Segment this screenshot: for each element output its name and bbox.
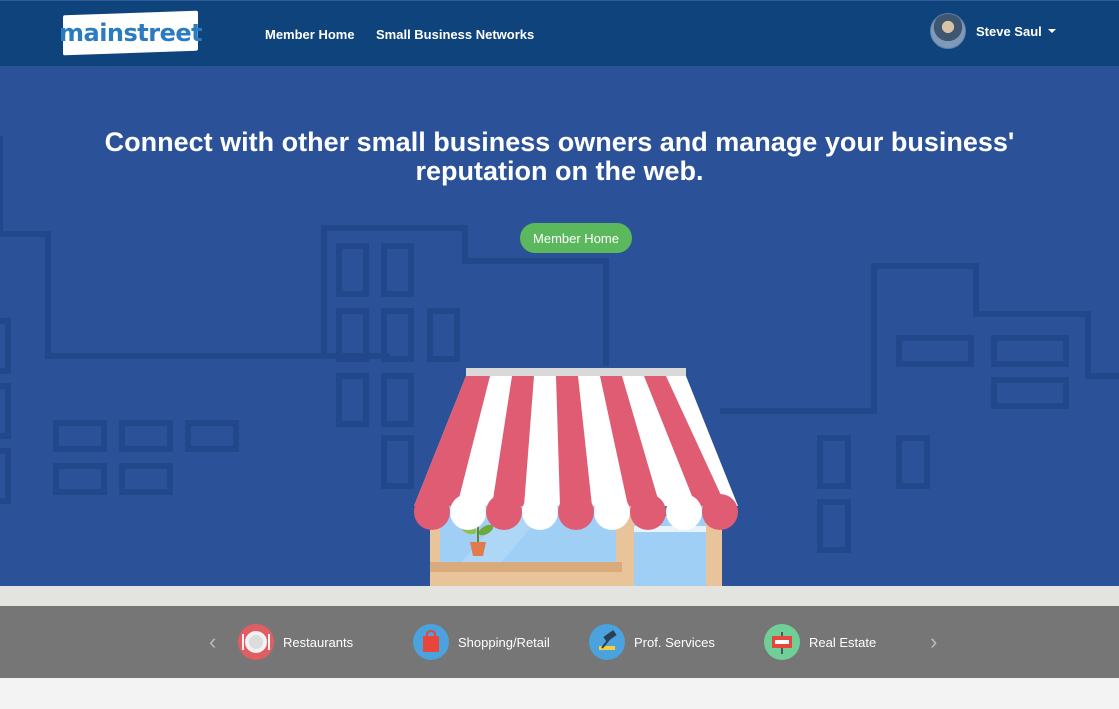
plate-icon <box>238 624 274 660</box>
hero-section: Connect with other small business owners… <box>0 66 1119 586</box>
category-label: Real Estate <box>809 634 877 650</box>
storefront-illustration <box>414 368 738 586</box>
top-nav: mainstreet Member Home Small Business Ne… <box>0 0 1119 66</box>
carousel-prev-arrow-icon[interactable]: ‹ <box>209 631 216 653</box>
nav-small-business-networks[interactable]: Small Business Networks <box>376 27 534 42</box>
hero-headline-line-2: reputation on the web. <box>415 156 704 186</box>
caret-down-icon[interactable] <box>1047 29 1056 33</box>
mainstreet-logo[interactable]: mainstreet <box>59 10 202 56</box>
category-shopping-retail[interactable]: Shopping/Retail <box>413 624 550 660</box>
shopping-bag-icon <box>413 624 449 660</box>
category-label: Shopping/Retail <box>458 634 550 650</box>
carousel-next-arrow-icon[interactable]: › <box>930 631 937 653</box>
page-footer-area <box>0 678 1119 709</box>
gavel-icon <box>589 624 625 660</box>
category-label: Restaurants <box>283 634 354 650</box>
category-real-estate[interactable]: Real Estate <box>764 624 876 660</box>
member-home-button[interactable]: Member Home <box>520 223 632 253</box>
category-restaurants[interactable]: Restaurants <box>238 624 353 660</box>
nav-member-home[interactable]: Member Home <box>265 27 355 42</box>
hero-headline-line-1: Connect with other small business owners… <box>104 127 1015 157</box>
category-label: Prof. Services <box>634 634 715 650</box>
avatar[interactable] <box>930 13 966 49</box>
category-prof-services[interactable]: Prof. Services <box>589 624 715 660</box>
for-sale-sign-icon <box>764 624 800 660</box>
logo-text: mainstreet <box>58 18 203 47</box>
user-menu[interactable]: Steve Saul <box>930 13 1056 49</box>
sidewalk-strip <box>0 586 1119 606</box>
hero-headline: Connect with other small business owners… <box>100 128 1019 186</box>
categories-carousel: ‹ Restaurants Shopping/Retail Prof. Serv… <box>0 606 1119 678</box>
user-name[interactable]: Steve Saul <box>976 24 1042 39</box>
